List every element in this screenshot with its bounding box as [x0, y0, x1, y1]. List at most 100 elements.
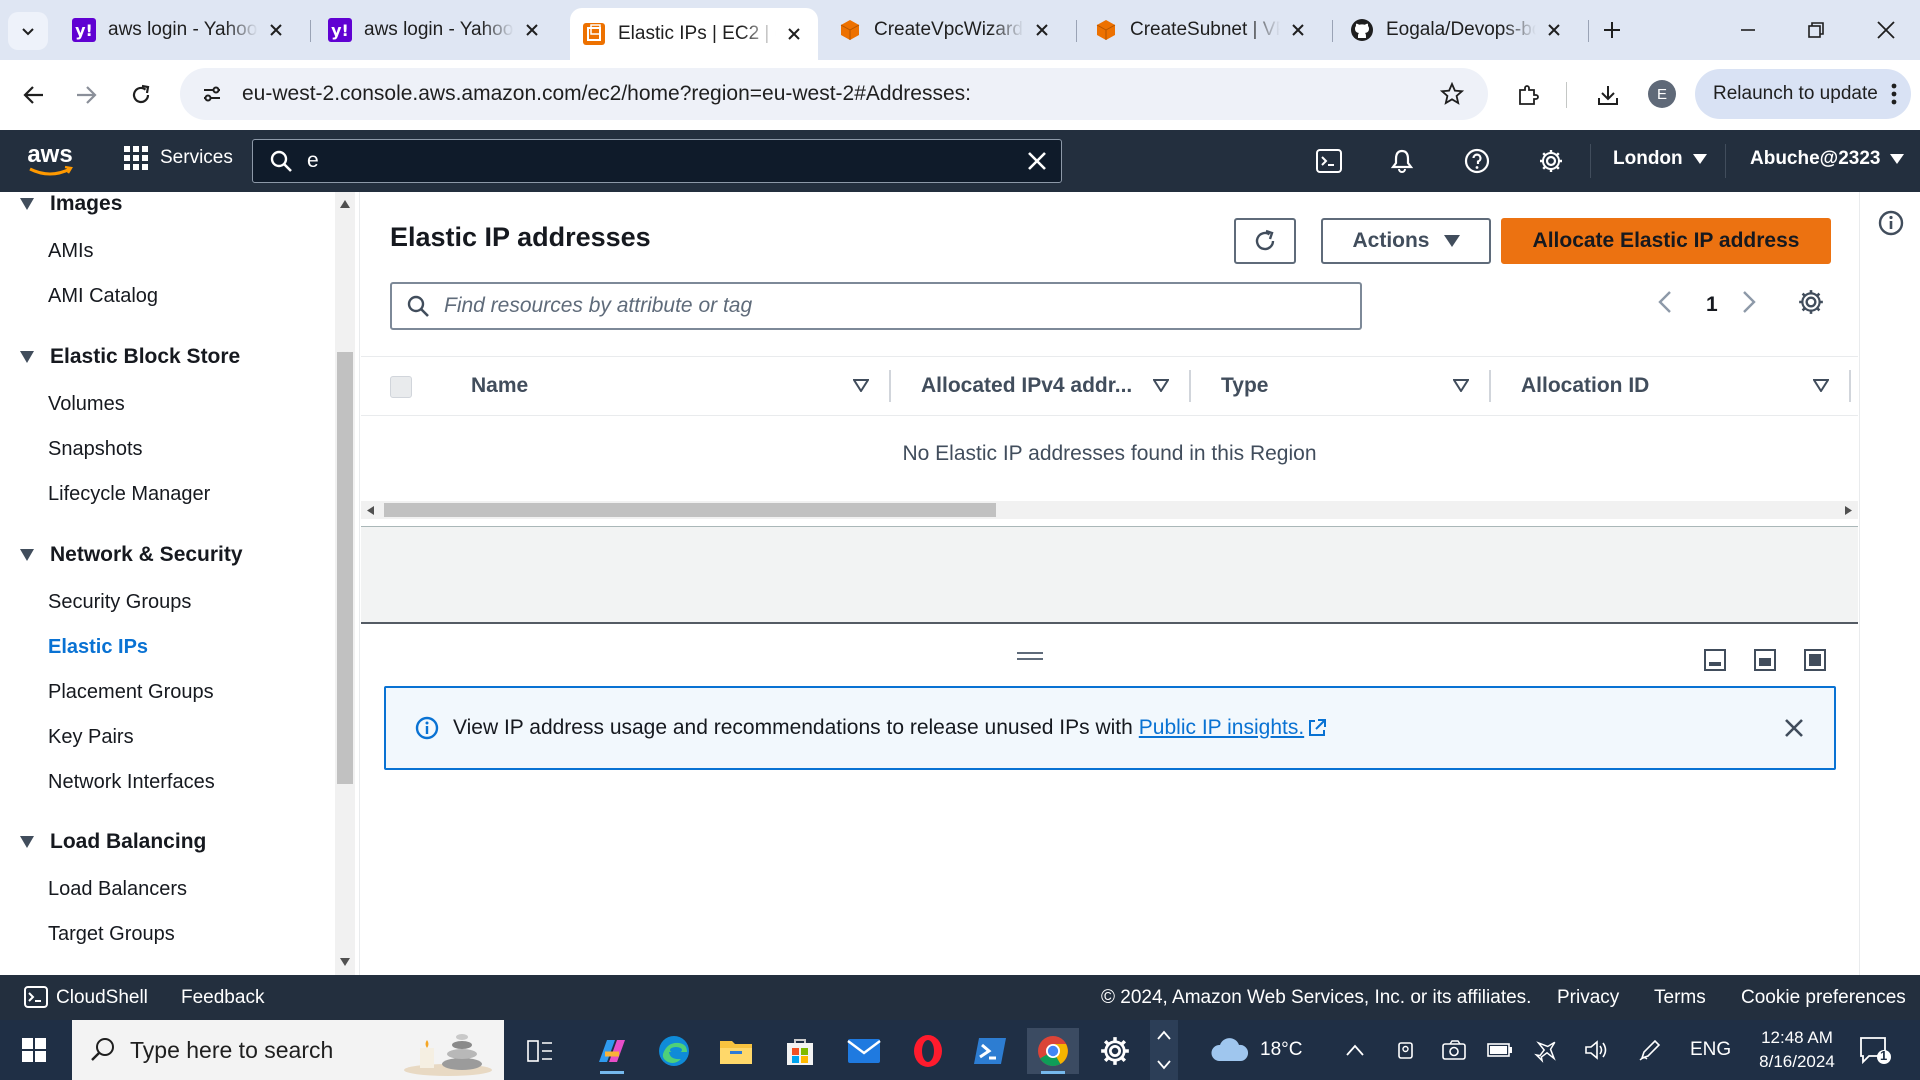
- column-header-allocated-ipv4[interactable]: Allocated IPv4 addr...: [921, 374, 1132, 398]
- restore-button[interactable]: [1786, 10, 1846, 50]
- split-panel-bottom-icon[interactable]: [1704, 649, 1726, 671]
- table-horizontal-scrollbar[interactable]: [361, 501, 1858, 519]
- sidebar-scrollbar[interactable]: [335, 192, 355, 975]
- close-tab-icon[interactable]: [1286, 18, 1310, 42]
- tray-battery[interactable]: [1487, 1020, 1513, 1080]
- sort-caret-icon[interactable]: [853, 379, 869, 392]
- minimize-button[interactable]: [1718, 10, 1778, 50]
- tray-camera[interactable]: [1442, 1020, 1466, 1080]
- select-all-checkbox[interactable]: [390, 376, 412, 398]
- back-button[interactable]: [14, 75, 54, 115]
- notifications-button[interactable]: [1387, 146, 1417, 176]
- taskbar-chrome[interactable]: [1027, 1028, 1079, 1074]
- taskbar-powershell[interactable]: [964, 1028, 1016, 1074]
- close-tab-icon[interactable]: [264, 18, 288, 42]
- services-menu[interactable]: Services: [124, 146, 233, 170]
- privacy-link[interactable]: Privacy: [1557, 987, 1619, 1009]
- sidebar-item-key-pairs[interactable]: Key Pairs: [48, 726, 134, 749]
- site-settings-icon[interactable]: [198, 80, 226, 108]
- current-page-number[interactable]: 1: [1706, 293, 1718, 317]
- split-panel-side-icon[interactable]: [1754, 649, 1776, 671]
- sidebar-item-lifecycle-manager[interactable]: Lifecycle Manager: [48, 483, 210, 506]
- scroll-left-arrow-icon[interactable]: [367, 506, 374, 515]
- column-header-type[interactable]: Type: [1221, 374, 1268, 398]
- close-tab-icon[interactable]: [1030, 18, 1054, 42]
- split-panel-full-icon[interactable]: [1804, 649, 1826, 671]
- help-button[interactable]: [1462, 146, 1492, 176]
- profile-avatar[interactable]: E: [1648, 80, 1676, 108]
- cloudshell-link[interactable]: CloudShell: [56, 987, 148, 1009]
- sidebar-item-security-groups[interactable]: Security Groups: [48, 591, 191, 614]
- weather-widget[interactable]: 18°C: [1210, 1020, 1302, 1080]
- column-resizer[interactable]: [1489, 370, 1491, 402]
- tray-airplane-mode[interactable]: [1534, 1020, 1560, 1080]
- downloads-button[interactable]: [1588, 75, 1628, 115]
- taskbar-clock[interactable]: 12:48 AM 8/16/2024: [1742, 1026, 1852, 1074]
- close-tab-icon[interactable]: [782, 22, 806, 46]
- column-header-allocation-id[interactable]: Allocation ID: [1521, 374, 1649, 398]
- nav-section-load-balancing[interactable]: Load Balancing: [20, 830, 206, 854]
- region-selector[interactable]: London: [1613, 148, 1707, 170]
- feedback-link[interactable]: Feedback: [181, 987, 264, 1009]
- sort-caret-icon[interactable]: [1453, 379, 1469, 392]
- reload-button[interactable]: [121, 75, 161, 115]
- scroll-up-arrow-icon[interactable]: [340, 200, 350, 210]
- tray-language[interactable]: ENG: [1690, 1020, 1731, 1080]
- close-window-button[interactable]: [1856, 10, 1916, 50]
- task-view-button[interactable]: [514, 1028, 566, 1074]
- extensions-button[interactable]: [1508, 75, 1548, 115]
- terms-link[interactable]: Terms: [1654, 987, 1706, 1009]
- clear-search-icon[interactable]: [1027, 151, 1047, 171]
- taskbar-settings[interactable]: [1089, 1028, 1141, 1074]
- refresh-button[interactable]: [1234, 218, 1296, 264]
- scrollbar-thumb[interactable]: [337, 352, 353, 784]
- public-ip-insights-link[interactable]: Public IP insights.: [1139, 716, 1327, 740]
- taskbar-overflow-scroller[interactable]: [1150, 1020, 1178, 1080]
- show-hidden-icons-button[interactable]: [1346, 1020, 1364, 1080]
- bookmark-star-icon[interactable]: [1436, 78, 1468, 110]
- actions-dropdown-button[interactable]: Actions: [1321, 218, 1491, 264]
- sidebar-item-load-balancers[interactable]: Load Balancers: [48, 878, 187, 901]
- sidebar-item-target-groups[interactable]: Target Groups: [48, 923, 175, 946]
- browser-tab-5[interactable]: CreateSubnet | VPC Console: [1082, 8, 1322, 52]
- browser-tab-1[interactable]: y! aws login - Yahoo Search: [60, 8, 300, 52]
- more-menu-icon[interactable]: [1891, 83, 1897, 105]
- new-tab-button[interactable]: [1582, 10, 1642, 50]
- scroll-down-arrow-icon[interactable]: [340, 958, 350, 968]
- browser-tab-6[interactable]: Eogala/Devops-bootcamp: [1338, 8, 1578, 52]
- windows-start-icon[interactable]: [22, 1038, 46, 1062]
- split-panel-drag-handle[interactable]: [1017, 652, 1043, 660]
- sidebar-item-elastic-ips[interactable]: Elastic IPs: [48, 636, 148, 659]
- settings-button[interactable]: [1536, 146, 1566, 176]
- taskbar-file-explorer[interactable]: [710, 1028, 762, 1074]
- previous-page-button[interactable]: [1658, 290, 1672, 314]
- tray-pen[interactable]: [1638, 1020, 1662, 1080]
- notification-center-button[interactable]: 1: [1858, 1020, 1892, 1080]
- table-preferences-button[interactable]: [1797, 288, 1825, 316]
- taskbar-mail[interactable]: [838, 1028, 890, 1074]
- browser-tab-4[interactable]: CreateVpcWizard | VPC Console: [826, 8, 1066, 52]
- aws-search-box[interactable]: [252, 139, 1062, 183]
- nav-section-elastic-block-store[interactable]: Elastic Block Store: [20, 345, 240, 369]
- cloudshell-nav-button[interactable]: [1314, 146, 1344, 176]
- sort-caret-icon[interactable]: [1153, 379, 1169, 392]
- nav-section-images[interactable]: Images: [20, 192, 122, 216]
- browser-tab-2[interactable]: y! aws login - Yahoo Search: [316, 8, 556, 52]
- column-header-name[interactable]: Name: [471, 374, 528, 398]
- info-panel-icon[interactable]: [1878, 210, 1904, 236]
- tab-search-button[interactable]: [8, 12, 48, 50]
- cookie-preferences-link[interactable]: Cookie preferences: [1741, 987, 1906, 1009]
- browser-tab-3-active[interactable]: Elastic IPs | EC2 | eu-west-2: [570, 8, 818, 60]
- forward-button[interactable]: [66, 75, 106, 115]
- filter-input[interactable]: [444, 294, 1360, 318]
- next-page-button[interactable]: [1742, 290, 1756, 314]
- taskbar-edge[interactable]: [648, 1028, 700, 1074]
- tray-volume[interactable]: [1584, 1020, 1610, 1080]
- sidebar-item-snapshots[interactable]: Snapshots: [48, 438, 143, 461]
- taskbar-microsoft-store[interactable]: [774, 1028, 826, 1074]
- nav-section-network-security[interactable]: Network & Security: [20, 543, 243, 567]
- relaunch-button[interactable]: Relaunch to update: [1695, 69, 1911, 119]
- sidebar-item-volumes[interactable]: Volumes: [48, 393, 125, 416]
- close-tab-icon[interactable]: [520, 18, 544, 42]
- taskbar-copilot[interactable]: [586, 1028, 638, 1074]
